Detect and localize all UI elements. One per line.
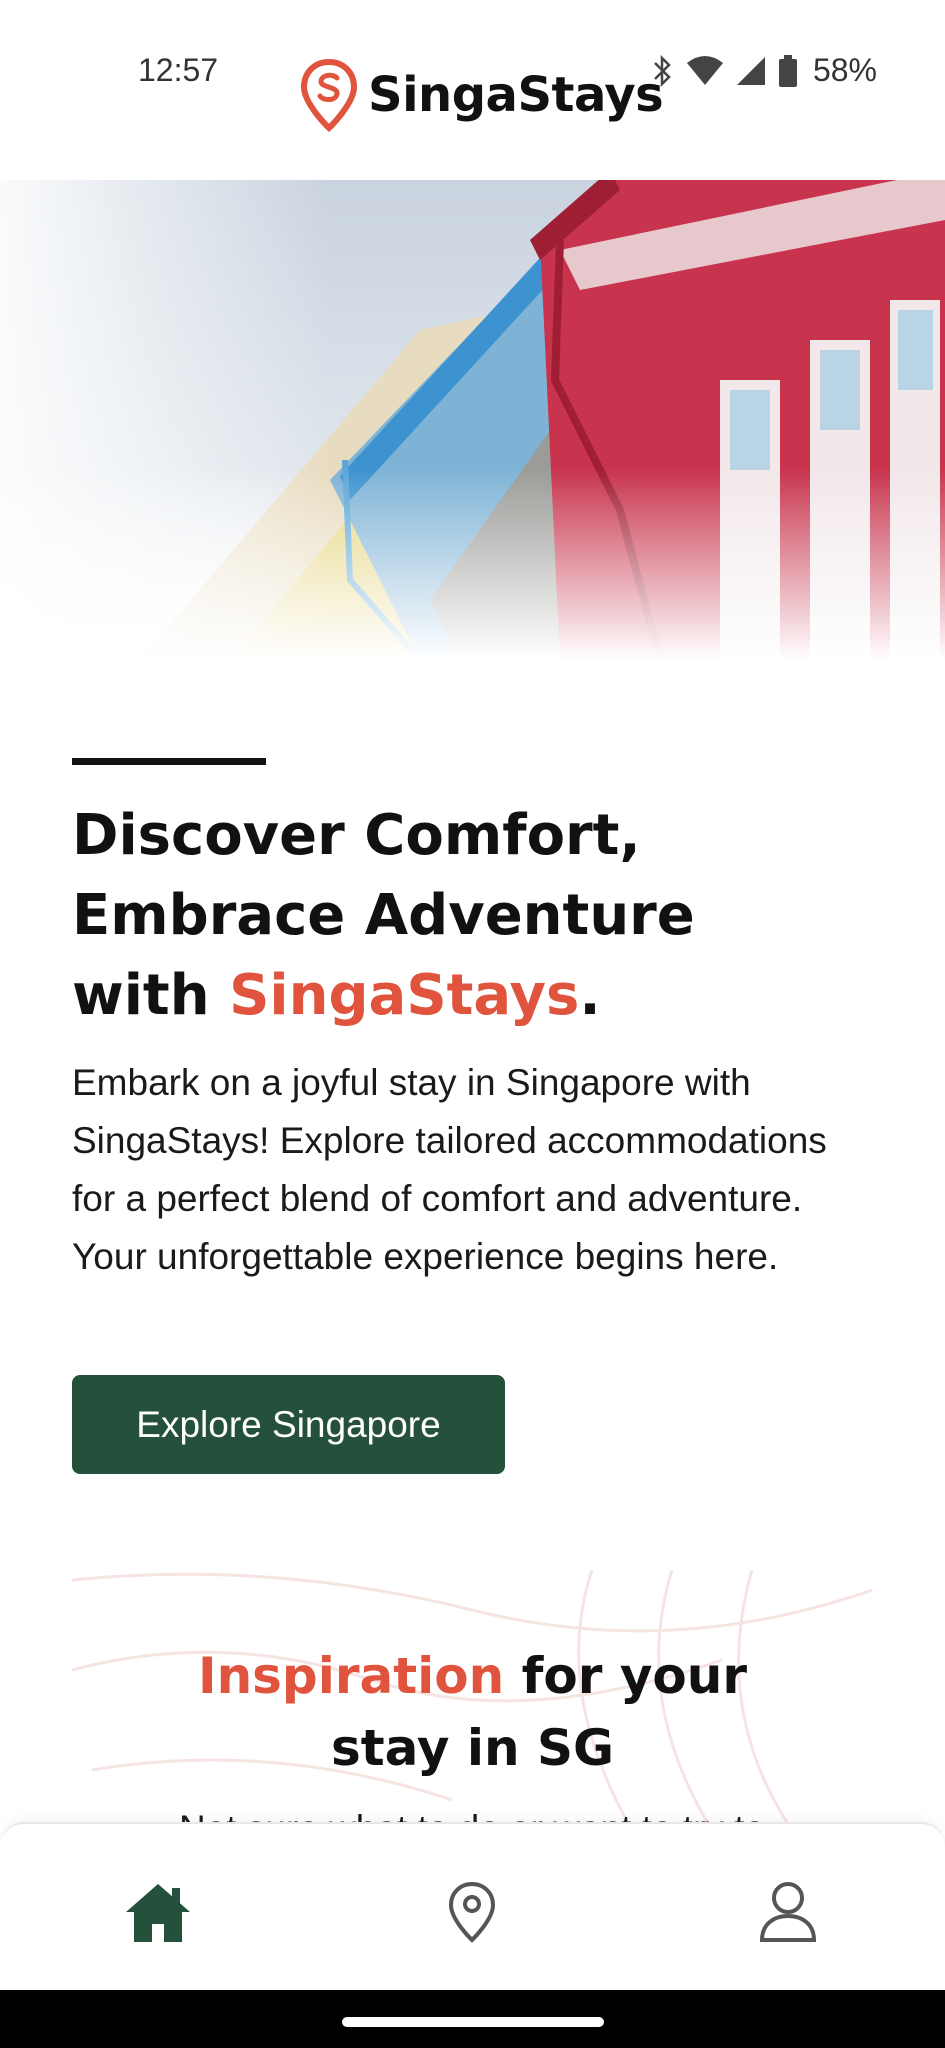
nav-map[interactable] xyxy=(436,1876,508,1948)
map-pin-icon xyxy=(448,1881,496,1943)
location-pin-logo-icon xyxy=(300,58,358,132)
gesture-handle[interactable] xyxy=(342,2017,604,2027)
status-time: 12:57 xyxy=(138,52,219,88)
status-bar: 12:57 SingaStays 58% xyxy=(0,0,945,180)
battery-percent: 58% xyxy=(812,52,877,88)
intro-paragraph: Embark on a joyful stay in Singapore wit… xyxy=(72,1062,827,1277)
brand-logo[interactable]: SingaStays xyxy=(300,58,664,132)
page-headline: Discover Comfort, Embrace Adventure with… xyxy=(72,796,892,1036)
headline-suffix: . xyxy=(579,963,601,1028)
wifi-icon xyxy=(686,55,723,85)
inspiration-title-line2: stay in SG xyxy=(330,1719,615,1777)
explore-singapore-button[interactable]: Explore Singapore xyxy=(72,1375,505,1474)
shophouses-illustration xyxy=(0,180,945,660)
bluetooth-icon xyxy=(654,54,671,87)
brand-name: SingaStays xyxy=(368,67,664,123)
inspiration-title: Inspiration for your stay in SG xyxy=(0,1640,945,1784)
headline-brand: SingaStays xyxy=(229,963,580,1028)
battery-icon xyxy=(778,54,797,87)
nav-profile[interactable] xyxy=(752,1876,824,1948)
hero-image xyxy=(0,180,945,660)
section-divider xyxy=(72,758,266,765)
headline-line3-prefix: with xyxy=(72,963,230,1028)
signal-icon xyxy=(736,56,765,85)
status-icons: 58% xyxy=(651,52,877,89)
inspiration-title-rest: for your xyxy=(504,1647,748,1705)
nav-home[interactable] xyxy=(122,1876,194,1948)
headline-line2: Embrace Adventure xyxy=(72,883,695,948)
home-icon xyxy=(126,1884,190,1942)
headline-line1: Discover Comfort, xyxy=(72,803,641,868)
bottom-navigation xyxy=(0,1822,945,1990)
profile-icon xyxy=(759,1882,817,1942)
inspiration-title-accent: Inspiration xyxy=(197,1647,505,1705)
